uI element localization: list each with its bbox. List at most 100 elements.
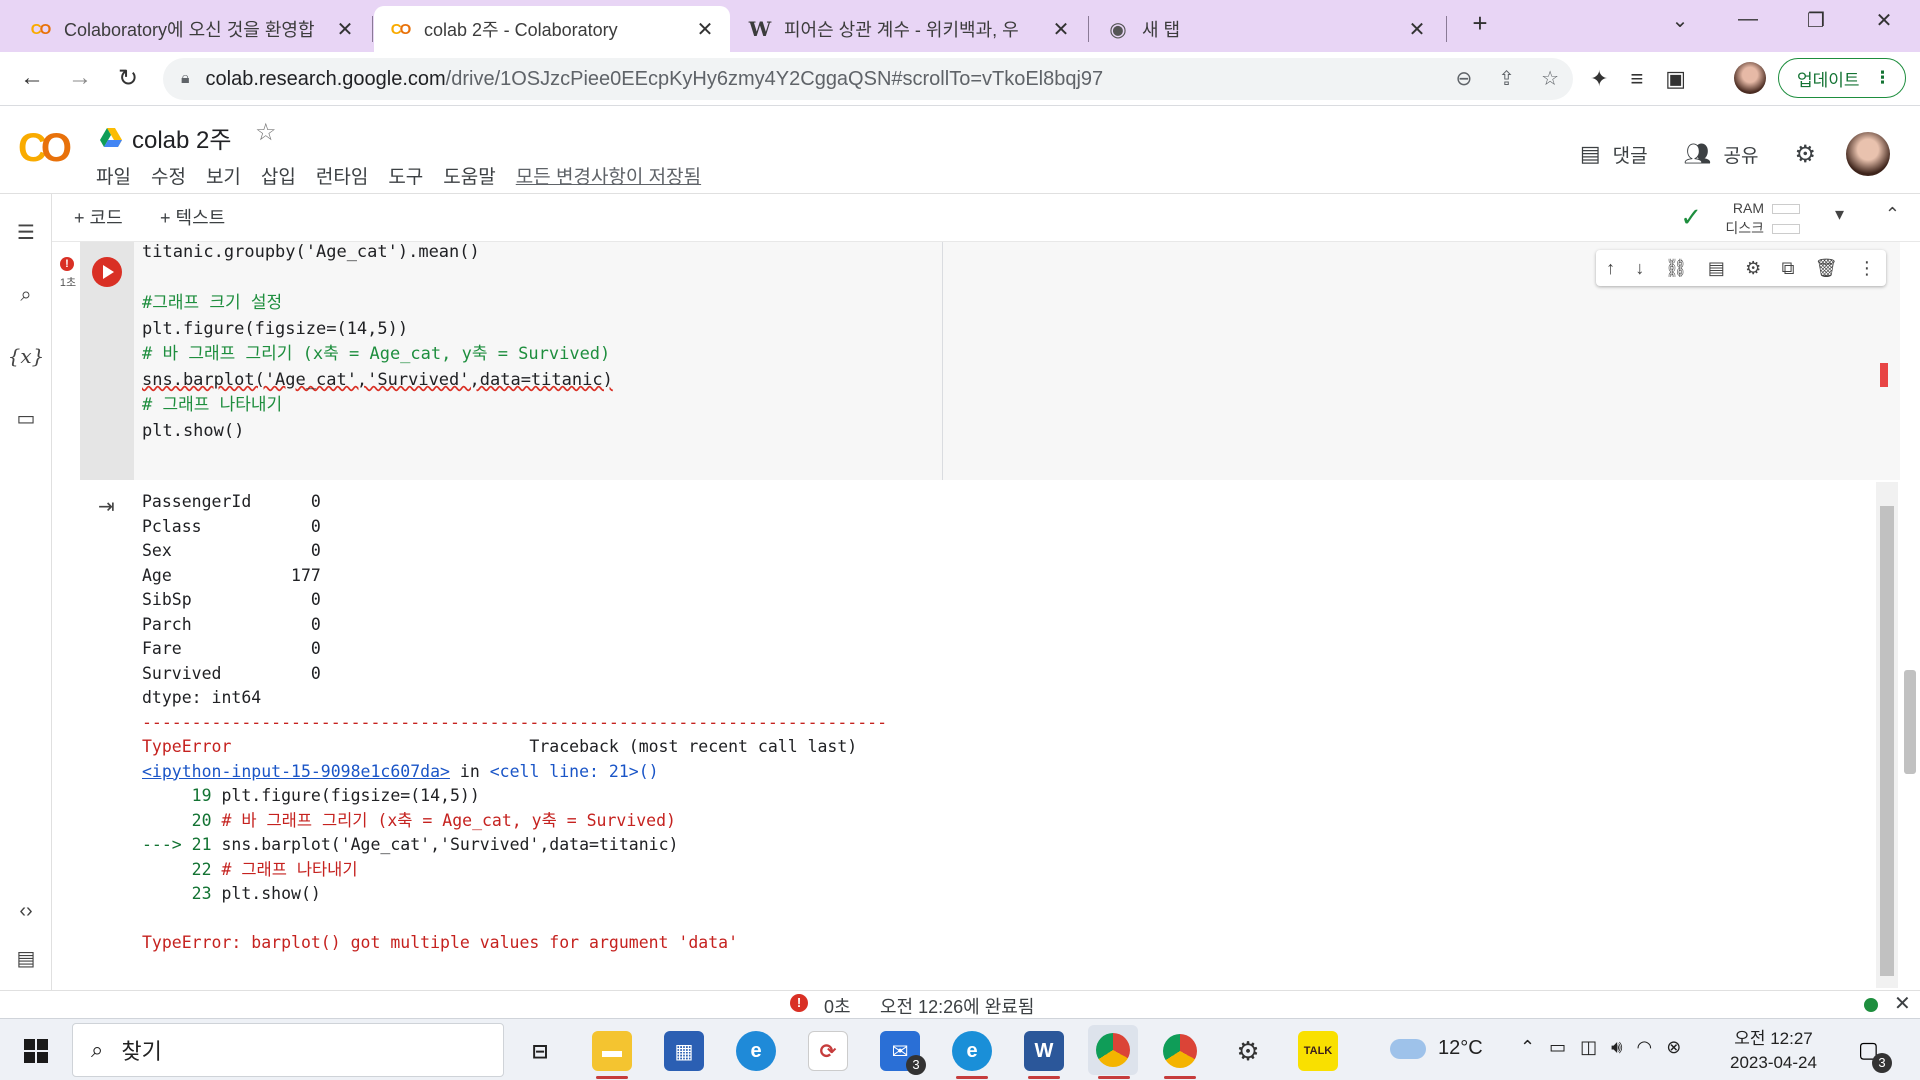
edge-icon[interactable]: e [952,1031,992,1071]
menu-insert[interactable]: 삽입 [261,162,296,189]
avatar[interactable] [1846,132,1890,176]
clock[interactable]: 오전 12:27 2023-04-24 [1730,1027,1817,1075]
variables-icon[interactable]: {x} [0,344,52,368]
profile-avatar[interactable] [1734,62,1766,94]
table-of-contents-icon[interactable]: ☰ [0,220,52,245]
close-icon[interactable]: ✕ [1894,991,1911,1016]
ipython-input-link[interactable]: <ipython-input-15-9098e1c607da> [142,762,450,781]
comment-icon[interactable]: ▤ [1708,258,1725,279]
close-icon[interactable]: ✕ [1050,17,1072,42]
menu-edit[interactable]: 수정 [151,162,186,189]
restore-button[interactable]: ❐ [1796,8,1836,33]
error-icon: ! [790,994,808,1012]
colab-logo[interactable]: CO [18,126,72,171]
close-window-button[interactable]: ✕ [1864,8,1904,33]
add-code-button[interactable]: + 코드 [74,204,123,230]
menu-runtime[interactable]: 런타임 [316,162,368,189]
run-cell-button[interactable] [92,257,122,287]
output-scrollbar[interactable] [1876,482,1898,988]
update-button[interactable]: 업데이트 ⋮ [1778,58,1906,98]
code-editor[interactable]: titanic.groupby('Age_cat').mean() #그래프 크… [142,240,613,444]
taskbar-search[interactable]: ⌕ 찾기 [72,1023,504,1077]
delete-icon[interactable]: 🗑︎ [1815,258,1838,279]
comment-button[interactable]: ▤ 댓글 [1580,141,1648,168]
share-icon[interactable]: ⇪ [1498,66,1515,91]
chrome-icon[interactable] [1088,1025,1138,1075]
weather-widget[interactable]: 12°C [1390,1037,1483,1060]
extensions-icon[interactable]: ✦ [1590,66,1608,92]
close-icon[interactable]: ✕ [1406,17,1428,42]
status-completed[interactable]: 오전 12:26에 완료됨 [880,993,1034,1019]
close-icon[interactable]: ✕ [694,17,716,42]
dtype-line: dtype: int64 [142,688,262,707]
chrome-icon: ◉ [1109,18,1127,41]
notebook-title[interactable]: colab 2주 [100,120,231,155]
forward-button[interactable]: → [64,64,96,92]
tab-search-icon[interactable]: ⌄ [1660,8,1700,33]
side-panel-icon[interactable]: ▣ [1665,66,1686,92]
url-bar[interactable]: 🔒︎ colab.research.google.com/drive/1OSJz… [163,58,1573,100]
tb-code: # 바 그래프 그리기 (x축 = Age_cat, y축 = Survived… [221,810,676,830]
update-label: 업데이트 [1797,70,1860,90]
wifi-icon[interactable]: ◠ [1636,1037,1652,1058]
tab-colab-welcome[interactable]: CO Colaboratory에 오신 것을 환영합 ✕ [14,6,370,52]
lock-icon[interactable]: 🔒︎ [181,70,190,88]
code-line: # 바 그래프 그리기 (x축 = Age_cat, y축 = Survived… [142,344,611,364]
menu-view[interactable]: 보기 [206,162,241,189]
output-icon[interactable]: ⇥ [98,494,115,519]
mirror-cell-icon[interactable]: ⧉ [1782,258,1795,279]
settings-gear-icon[interactable]: ⚙ [1794,140,1816,169]
tab-wikipedia[interactable]: W 피어슨 상관 계수 - 위키백과, 우 ✕ [734,6,1086,52]
windows-start-icon[interactable] [24,1039,48,1063]
menu-tools[interactable]: 도구 [388,162,423,189]
command-palette-icon[interactable]: ▤ [0,946,52,971]
menu-help[interactable]: 도움말 [443,162,495,189]
caret-down-icon[interactable]: ▾ [1835,204,1844,225]
new-tab-button[interactable]: + [1460,8,1500,39]
saved-status[interactable]: 모든 변경사항이 저장됨 [516,162,701,189]
file-explorer-icon[interactable]: ▬ [592,1031,632,1071]
store-icon[interactable]: ▦ [664,1031,704,1071]
minimize-button[interactable]: — [1728,8,1768,31]
gear-icon[interactable]: ⚙ [1745,258,1761,279]
move-down-icon[interactable]: ↓ [1635,258,1644,279]
kakaotalk-icon[interactable]: TALK [1298,1031,1338,1071]
code-snippets-icon[interactable]: ‹› [0,900,52,923]
chrome-profile-icon[interactable] [1160,1031,1200,1071]
scrollbar-thumb[interactable] [1880,506,1894,976]
tab-colab-2weeks[interactable]: CO colab 2주 - Colaboratory ✕ [374,6,730,52]
internet-explorer-icon[interactable]: e [736,1031,776,1071]
back-button[interactable]: ← [16,64,48,92]
battery-icon[interactable]: ▭ [1549,1037,1566,1058]
settings-gear-icon[interactable]: ⚙ [1228,1031,1268,1071]
more-vert-icon[interactable]: ⋮ [1858,258,1876,279]
link-icon[interactable]: ⛓ [1665,258,1688,279]
word-icon[interactable]: W [1024,1031,1064,1071]
page-scrollbar[interactable] [1904,670,1916,774]
star-icon[interactable]: ☆ [255,118,277,147]
reload-button[interactable]: ↻ [112,64,144,93]
camera-icon[interactable]: ◫ [1580,1037,1597,1058]
collapse-icon[interactable]: ⌃ [1885,204,1900,225]
folder-icon[interactable]: ▭ [0,406,52,431]
zoom-icon[interactable]: ⊖ [1456,66,1473,91]
tab-new-tab[interactable]: ◉ 새 탭 ✕ [1092,6,1442,52]
move-up-icon[interactable]: ↑ [1606,258,1615,279]
comment-label: 댓글 [1612,145,1648,167]
resource-monitor[interactable]: RAM 디스크 [1725,198,1800,238]
search-icon[interactable]: ⌕ [0,284,52,307]
error-icon: ! [60,257,74,271]
code-line: titanic.groupby('Age_cat').mean() [142,242,480,262]
mic-off-icon[interactable]: ⊗ [1666,1037,1681,1058]
chevron-up-icon[interactable]: ⌃ [1520,1037,1535,1058]
sync-icon[interactable]: ⟳ [808,1031,848,1071]
bookmark-star-icon[interactable]: ☆ [1541,66,1559,91]
share-button[interactable]: 👥︎ 공유 [1684,141,1759,168]
series-row-value: 0 [310,639,321,658]
menu-file[interactable]: 파일 [96,162,131,189]
task-view-icon[interactable]: ⊟ [520,1031,560,1071]
volume-icon[interactable]: 🔊︎ [1611,1037,1622,1058]
close-icon[interactable]: ✕ [334,17,356,42]
add-text-button[interactable]: + 텍스트 [160,204,225,230]
media-control-icon[interactable]: ≡ [1630,66,1643,92]
